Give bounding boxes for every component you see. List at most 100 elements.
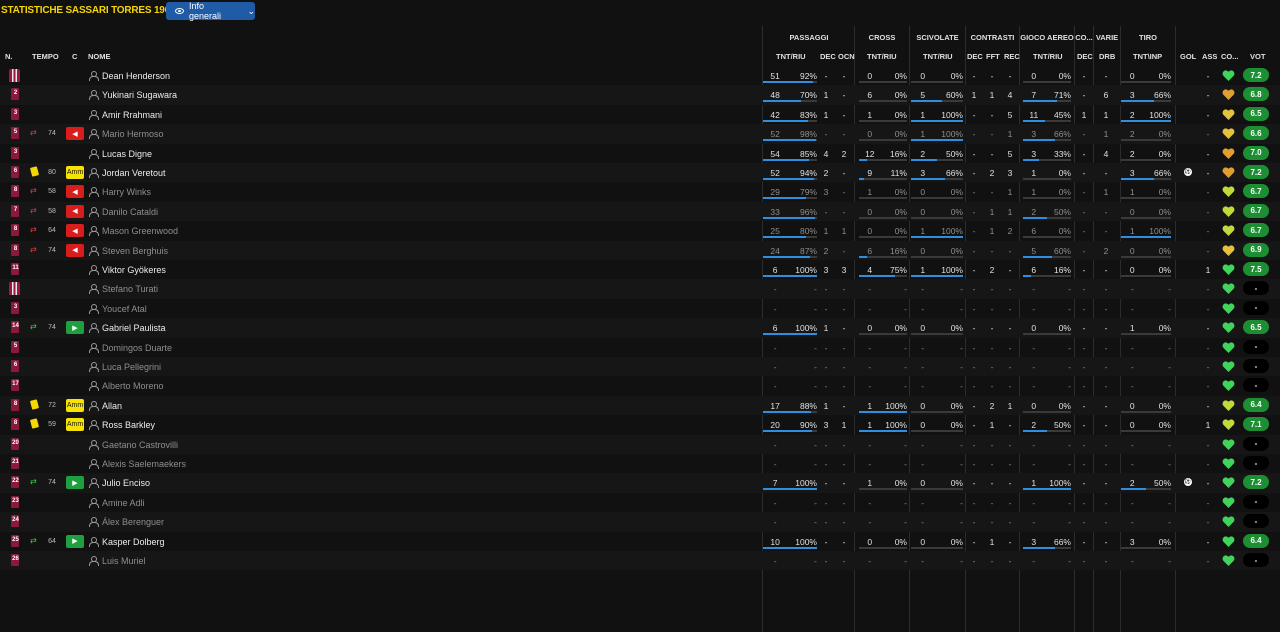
player-name[interactable]: Alexis Saelemaekers <box>102 459 186 469</box>
contrast-fft: - <box>990 478 994 489</box>
table-row[interactable]: 21 Alexis Saelemaekers - - - - - - - - - - - - - - - - - - - <box>0 454 1280 473</box>
table-row[interactable]: 5 ⇄ 74 ◀ Mario Hermoso 52 98% - -0 0% 1 100% - -1 3 66%… <box>0 124 1280 144</box>
col-header-sciv-tnt[interactable]: TNT/RIU <box>923 52 953 61</box>
col-header-drb[interactable]: DRB <box>1099 52 1115 61</box>
assists: - <box>1206 556 1210 566</box>
player-name[interactable]: Domingos Duarte <box>102 343 172 353</box>
col-header-name[interactable]: NOME <box>88 52 111 61</box>
player-name[interactable]: Ross Barkley <box>102 420 155 430</box>
col-header-number[interactable]: N. <box>5 52 13 61</box>
player-name[interactable]: Luca Pellegrini <box>102 362 161 372</box>
table-row[interactable]: 11 Viktor Gyökeres 6 100% 3 3 4 75% 1 100% -2-6 16%… <box>0 260 1280 279</box>
pass-percent: 70% <box>799 90 817 101</box>
player-name[interactable]: Viktor Gyökeres <box>102 265 166 275</box>
col-header-con-fft[interactable]: FFT <box>986 52 1000 61</box>
table-row[interactable]: 8 59 Amm Ross Barkley 20 90% 3 1 1 100% 0 0% -1-2 50%… <box>0 415 1280 434</box>
person-icon <box>89 381 99 392</box>
player-name[interactable]: Gaetano Castrovilli <box>102 440 178 450</box>
col-header-aer-tnt[interactable]: TNT/RIU <box>1033 52 1063 61</box>
col-header-pass-ocn[interactable]: OCN <box>838 52 855 61</box>
col-header-con-rec[interactable]: REC <box>1004 52 1020 61</box>
table-row[interactable]: 6 Luca Pellegrini - - - - - - - - - - - - - - - - - - - <box>0 357 1280 377</box>
tackle-bar <box>911 100 963 103</box>
table-row[interactable]: 6 80 Amm Jordan Veretout 52 94% 2-9 11% 3 66% -2 3 1… <box>0 163 1280 183</box>
col-header-tiro-tnt[interactable]: TNT\INP <box>1133 52 1162 61</box>
table-row[interactable]: 25 ⇄ 64 ▶ Kasper Dolberg 10 100% - -0 0% 0 0% -1-3 66… <box>0 532 1280 551</box>
table-row[interactable]: Dean Henderson 51 92% - -0 0% 0 0% - - -0 0% - -0 0% -7… <box>0 66 1280 85</box>
table-row[interactable]: 2 Yukinari Sugawara 48 70% 1-6 0% 5 60% 1 1 4 7 71% -… <box>0 85 1280 105</box>
co-dec: - <box>1082 226 1086 237</box>
contrast-dec: - <box>972 187 976 198</box>
shots-count: 0 <box>1129 400 1135 411</box>
table-row[interactable]: 26 Luis Muriel - - - - - - - - - - - - - - - - - - - <box>0 551 1280 571</box>
table-row[interactable]: 17 Alberto Moreno - - - - - - - - - - - - - - - - - - - <box>0 376 1280 395</box>
player-name[interactable]: Álex Berenguer <box>102 517 164 527</box>
aerial-percent: 71% <box>1053 90 1071 101</box>
tackle-count: - <box>921 556 925 566</box>
contrast-dec: - <box>972 420 976 431</box>
sub-in-badge: ▶ <box>66 476 84 490</box>
assists: - <box>1206 226 1210 237</box>
table-row[interactable]: 3 Youcef Atal - - - - - - - - - - - - - - - - - - - <box>0 299 1280 318</box>
table-row[interactable]: 8 ⇄ 74 ◀ Steven Berghuis 24 87% 2-6 16% 0 0% - - -5 60… <box>0 240 1280 260</box>
table-row[interactable]: 8 ⇄ 58 ◀ Harry Winks 29 79% 3-1 0% 0 0% - -1 1 0% -1 1 0%… <box>0 182 1280 201</box>
col-header-con-dec[interactable]: DEC <box>967 52 983 61</box>
player-name[interactable]: Allan <box>102 401 122 411</box>
player-name[interactable]: Dean Henderson <box>102 71 170 81</box>
col-header-cross-tnt[interactable]: TNT/RIU <box>867 52 897 61</box>
tackle-percent: 50% <box>945 148 963 159</box>
rating-badge: - <box>1243 494 1269 509</box>
table-row[interactable]: 14 ⇄ 74 ▶ Gabriel Paulista 6 100% 1-0 0% 0 0% - - -0 0… <box>0 318 1280 338</box>
pass-ocn: - <box>842 129 846 140</box>
col-header-gol[interactable]: GOL <box>1180 52 1196 61</box>
player-name[interactable]: Alberto Moreno <box>102 381 164 391</box>
contrast-rec: - <box>1008 342 1012 353</box>
player-name[interactable]: Lucas Digne <box>102 149 152 159</box>
col-header-tempo[interactable]: TEMPO <box>32 52 59 61</box>
player-name[interactable]: Steven Berghuis <box>102 246 168 256</box>
col-header-vot[interactable]: VOT <box>1250 52 1265 61</box>
col-header-pass-dec[interactable]: DEC <box>820 52 836 61</box>
player-name[interactable]: Yukinari Sugawara <box>102 90 177 100</box>
col-header-card[interactable]: C <box>72 52 77 61</box>
player-name[interactable]: Amir Rrahmani <box>102 110 162 120</box>
player-name[interactable]: Luis Muriel <box>102 556 146 566</box>
table-row[interactable]: 24 Álex Berenguer - - - - - - - - - - - - - - - - - - - <box>0 512 1280 532</box>
col-header-pass-tnt[interactable]: TNT/RIU <box>776 52 806 61</box>
player-name[interactable]: Jordan Veretout <box>102 168 166 178</box>
table-row[interactable]: 5 Domingos Duarte - - - - - - - - - - - - - - - - - - - <box>0 338 1280 357</box>
player-name[interactable]: Danilo Cataldi <box>102 207 158 217</box>
tackle-count: 0 <box>920 400 926 411</box>
contrast-fft: - <box>990 459 994 469</box>
person-icon <box>89 226 99 237</box>
tackle-count: - <box>921 362 925 372</box>
player-name[interactable]: Gabriel Paulista <box>102 323 166 333</box>
table-row[interactable]: 3 Amir Rrahmani 42 83% 1-1 0% 1 100% - -5 11 45% 1 1 2… <box>0 105 1280 124</box>
player-name[interactable]: Amine Adli <box>102 498 145 508</box>
contrast-fft: - <box>990 556 994 566</box>
col-header-ass[interactable]: ASS <box>1202 52 1217 61</box>
player-name[interactable]: Kasper Dolberg <box>102 537 165 547</box>
table-row[interactable]: Stefano Turati - - - - - - - - - - - - - - - - - - - <box>0 279 1280 299</box>
table-row[interactable]: 8 72 Amm Allan 17 88% 1-1 100% 0 0% -2 1 0 0% - -0 0% -6.… <box>0 395 1280 416</box>
table-row[interactable]: 8 ⇄ 64 ◀ Mason Greenwood 25 80% 1 1 0 0% 1 100% -1 2 6 0… <box>0 221 1280 240</box>
player-name[interactable]: Mario Hermoso <box>102 129 164 139</box>
table-row[interactable]: 7 ⇄ 58 ◀ Danilo Cataldi 33 96% - -0 0% 0 0% -1 1 2 50% -… <box>0 201 1280 222</box>
player-name[interactable]: Mason Greenwood <box>102 226 178 236</box>
contrast-rec: 1 <box>1007 187 1013 198</box>
col-header-co2[interactable]: CO... <box>1221 52 1239 61</box>
pass-percent: 94% <box>799 168 817 178</box>
tackle-bar-fill <box>911 100 943 103</box>
player-name[interactable]: Julio Enciso <box>102 478 150 488</box>
table-row[interactable]: 22 ⇄ 74 ▶ Julio Enciso 7 100% - -1 0% 0 0% - - -1 100% -… <box>0 473 1280 493</box>
table-row[interactable]: 3 Lucas Digne 54 85% 4 2 12 16% 2 50% - -5 3 33% -4 2 0%… <box>0 144 1280 163</box>
player-name[interactable]: Harry Winks <box>102 187 151 197</box>
view-selector-button[interactable]: Info generali ⌄ <box>166 1 255 21</box>
pass-bar <box>763 236 817 239</box>
player-name[interactable]: Youcef Atal <box>102 304 147 314</box>
table-row[interactable]: 20 Gaetano Castrovilli - - - - - - - - - - - - - - - - - - - <box>0 434 1280 454</box>
dribbles: - <box>1104 71 1108 81</box>
table-row[interactable]: 23 Amine Adli - - - - - - - - - - - - - - - - - - - <box>0 493 1280 512</box>
col-header-co-dec[interactable]: DEC <box>1077 52 1093 61</box>
player-name[interactable]: Stefano Turati <box>102 284 158 294</box>
